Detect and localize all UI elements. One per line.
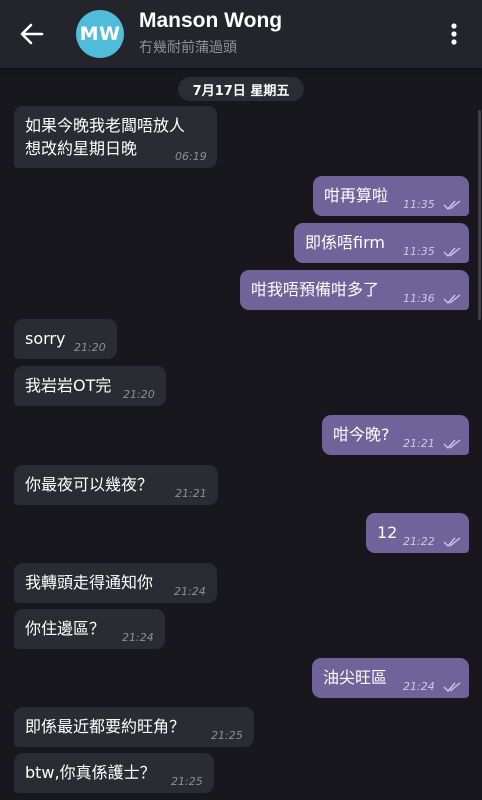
scrollbar[interactable] [478, 110, 481, 320]
message-bubble-outgoing[interactable]: 即係唔firm 11:35 [294, 223, 469, 263]
message-bubble-outgoing[interactable]: 咁再算啦 11:35 [313, 176, 469, 216]
read-checkmarks-icon [443, 200, 461, 211]
message-text: sorry [25, 329, 66, 348]
message-bubble-outgoing[interactable]: 12 21:22 [366, 513, 469, 553]
message-bubble-outgoing[interactable]: 咁我唔預備咁多了 11:36 [240, 270, 469, 310]
message-time: 11:36 [403, 292, 435, 305]
message-bubble-incoming[interactable]: 即係最近都要約旺角？ 21:25 [14, 707, 254, 747]
message-text: 咁我唔預備咁多了 [251, 280, 380, 299]
message-text: 油尖旺區 [323, 668, 388, 687]
message-time: 11:35 [403, 198, 435, 211]
read-checkmarks-icon [443, 537, 461, 548]
message-bubble-incoming[interactable]: 如果今晚我老闆唔放人 想改約星期日晚 06:19 [14, 106, 217, 168]
message-time: 21:24 [122, 631, 154, 644]
last-seen-status: 冇幾耐前蒲過頭 [139, 40, 237, 56]
message-time: 21:25 [211, 729, 243, 742]
message-bubble-incoming[interactable]: btw,你真係護士？ 21:25 [14, 753, 214, 793]
message-text: 我轉頭走得通知你 [25, 573, 154, 592]
message-text: 即係唔firm [305, 233, 385, 252]
date-separator: 7月17日 星期五 [178, 77, 304, 101]
avatar[interactable]: MW [76, 10, 124, 58]
message-bubble-incoming[interactable]: sorry 21:20 [14, 319, 117, 359]
message-text: btw,你真係護士？ [25, 763, 156, 782]
message-time: 06:19 [175, 150, 207, 163]
message-time: 11:35 [403, 245, 435, 258]
message-time: 21:21 [175, 487, 207, 500]
read-checkmarks-icon [443, 247, 461, 258]
message-bubble-incoming[interactable]: 我轉頭走得通知你 21:24 [14, 563, 217, 603]
message-bubble-outgoing[interactable]: 咁今晚? 21:21 [322, 415, 469, 455]
message-time: 21:24 [174, 585, 206, 598]
message-time: 21:25 [171, 775, 203, 788]
message-time: 21:22 [403, 535, 435, 548]
read-checkmarks-icon [443, 682, 461, 693]
message-bubble-incoming[interactable]: 你最夜可以幾夜？ 21:21 [14, 465, 218, 505]
message-time: 21:20 [74, 341, 106, 354]
message-text: 即係最近都要約旺角？ [25, 717, 186, 736]
message-text: 如果今晚我老闆唔放人 想改約星期日晚 [25, 116, 186, 158]
message-text: 我岩岩OT完 [25, 376, 112, 395]
chat-header: MW Manson Wong 冇幾耐前蒲過頭 [0, 0, 482, 68]
contact-name[interactable]: Manson Wong [139, 9, 282, 33]
message-time: 21:24 [403, 680, 435, 693]
message-text: 你住邊區？ [25, 619, 106, 638]
message-bubble-outgoing[interactable]: 油尖旺區 21:24 [312, 658, 469, 698]
back-arrow-icon[interactable] [18, 20, 46, 48]
message-time: 21:21 [403, 437, 435, 450]
message-time: 21:20 [123, 388, 155, 401]
read-checkmarks-icon [443, 439, 461, 450]
message-text: 咁今晚? [333, 425, 390, 444]
message-bubble-incoming[interactable]: 你住邊區？ 21:24 [14, 609, 165, 649]
message-bubble-incoming[interactable]: 我岩岩OT完 21:20 [14, 366, 166, 406]
read-checkmarks-icon [443, 294, 461, 305]
message-text: 你最夜可以幾夜？ [25, 475, 154, 494]
message-text: 咁再算啦 [324, 186, 389, 205]
message-text: 12 [377, 523, 398, 542]
more-options-icon[interactable] [444, 20, 464, 48]
